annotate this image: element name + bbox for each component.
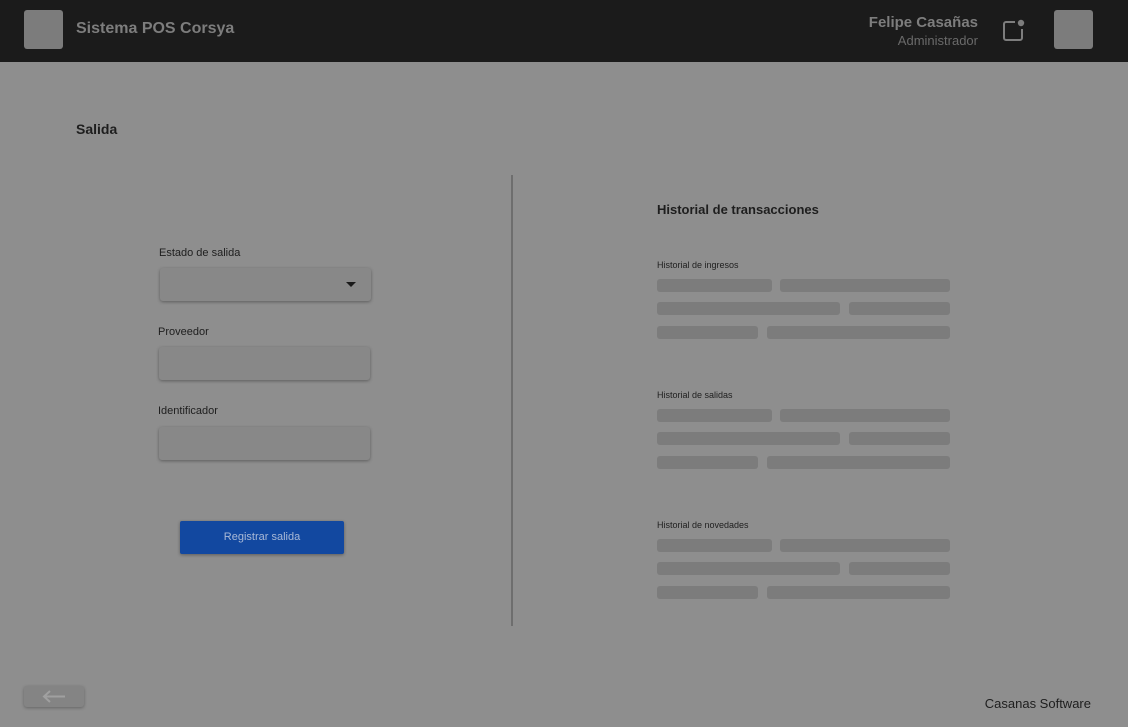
vertical-divider [511,175,513,626]
skeleton-line [657,409,772,422]
user-role: Administrador [897,33,978,48]
skeleton-line [849,432,950,445]
skeleton-line [657,562,840,575]
top-bar: Sistema POS Corsya Felipe Casañas Admini… [0,0,1128,62]
skeleton-line [767,456,950,469]
identificador-input[interactable] [159,427,370,460]
proveedor-label: Proveedor [158,326,209,338]
skeleton-line [657,456,758,469]
history-section-novedades: Historial de novedades [657,520,749,530]
skeleton-line [657,432,840,445]
user-name: Felipe Casañas [868,14,978,31]
registrar-salida-button[interactable]: Registrar salida [180,521,344,554]
skeleton-line [767,586,950,599]
page-title: Salida [76,121,118,137]
proveedor-input[interactable] [159,347,370,380]
avatar[interactable] [1054,10,1093,49]
skeleton-line [780,409,950,422]
skeleton-line [657,279,772,292]
estado-label: Estado de salida [159,247,241,259]
app-title: Sistema POS Corsya [76,20,235,37]
notification-icon[interactable] [1001,19,1025,43]
skeleton-line [849,562,950,575]
history-title: Historial de transacciones [657,202,819,217]
skeleton-line [849,302,950,315]
back-button[interactable] [24,686,84,707]
identificador-label: Identificador [158,405,218,417]
footer-brand: Casanas Software [984,696,1091,711]
history-section-ingresos: Historial de ingresos [657,260,739,270]
skeleton-line [780,539,950,552]
app-logo[interactable] [24,10,63,49]
skeleton-line [767,326,950,339]
arrow-left-icon [42,690,65,703]
skeleton-line [657,302,840,315]
skeleton-line [657,326,758,339]
estado-select[interactable] [160,268,371,301]
history-section-salidas: Historial de salidas [657,390,733,400]
skeleton-line [780,279,950,292]
dropdown-arrow-icon [346,282,356,287]
skeleton-line [657,539,772,552]
skeleton-line [657,586,758,599]
